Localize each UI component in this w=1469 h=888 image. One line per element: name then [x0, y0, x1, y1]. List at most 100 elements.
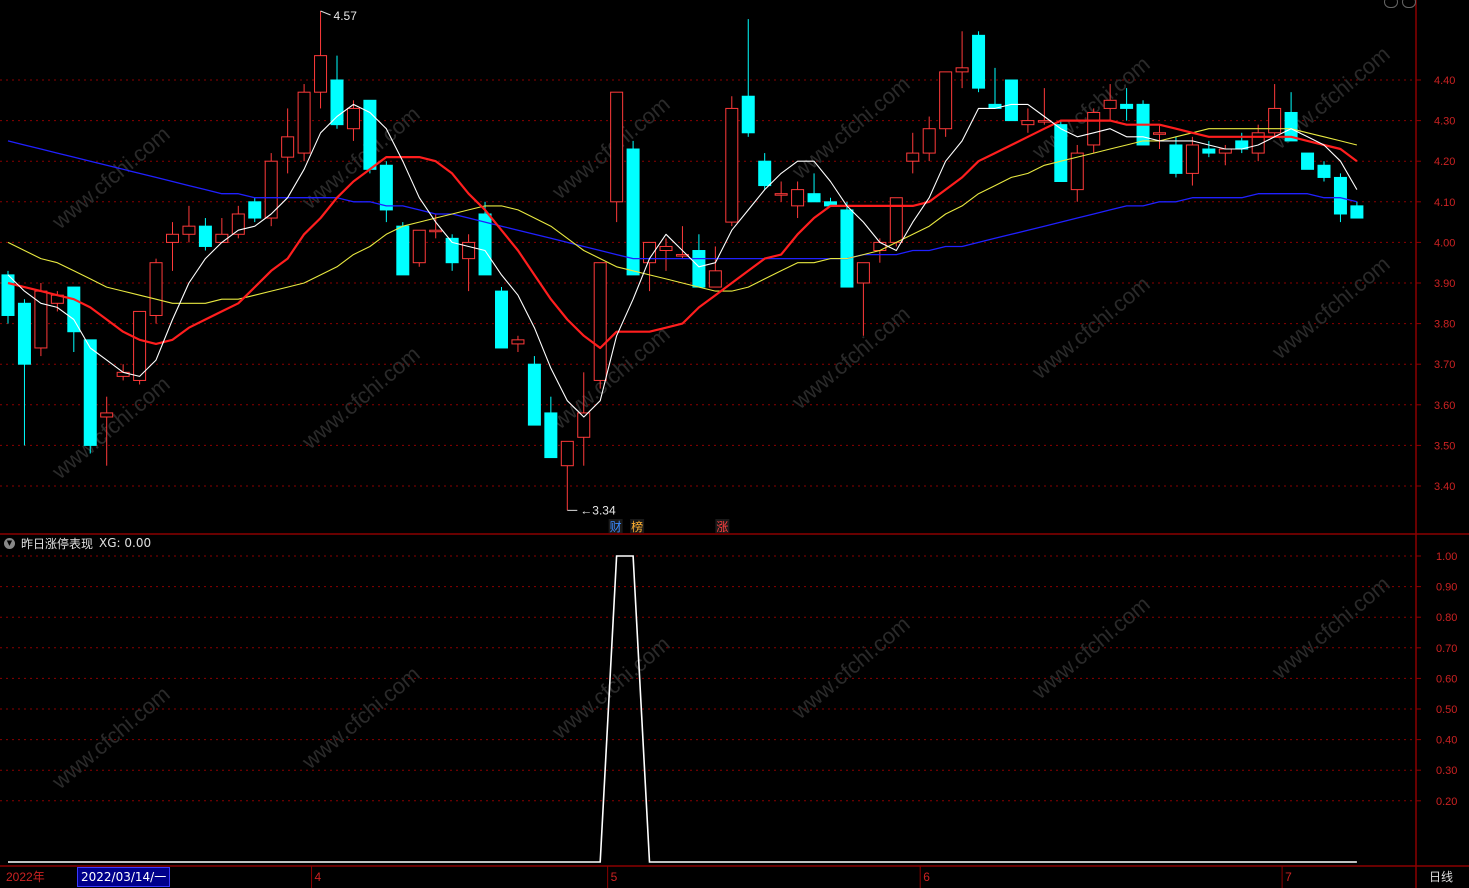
price-axis-label: 3.90: [1434, 278, 1455, 290]
candle[interactable]: [741, 19, 755, 137]
candle[interactable]: [906, 132, 920, 174]
candle-body-down: [692, 250, 706, 288]
candle[interactable]: [527, 356, 541, 426]
candle[interactable]: [560, 440, 574, 511]
candle[interactable]: [643, 241, 657, 292]
candle[interactable]: [1301, 152, 1315, 170]
indicator-axis-label: 0.50: [1436, 704, 1457, 716]
candle[interactable]: [626, 140, 640, 276]
candle-body-down: [330, 79, 344, 126]
candle[interactable]: [149, 258, 163, 324]
candle[interactable]: [17, 299, 31, 446]
price-axis-label: 3.40: [1434, 481, 1455, 493]
event-marker[interactable]: 财: [610, 520, 622, 534]
candle[interactable]: [1169, 136, 1183, 178]
candle[interactable]: [330, 55, 344, 129]
candle[interactable]: [34, 283, 48, 357]
candle-body-down: [741, 95, 755, 134]
candle[interactable]: [791, 181, 805, 219]
candle[interactable]: [659, 238, 673, 271]
candle[interactable]: [478, 201, 492, 276]
candle[interactable]: [462, 234, 476, 292]
candle-body-down: [1, 274, 15, 316]
candle-body-up: [346, 107, 360, 130]
candle[interactable]: [495, 287, 508, 349]
candle[interactable]: [297, 84, 311, 162]
candle[interactable]: [708, 246, 722, 288]
candle[interactable]: [758, 153, 772, 190]
candle[interactable]: [988, 67, 1002, 109]
stock-chart[interactable]: www.cfchi.com www.cfchi.com www.cfchi.com w…: [0, 0, 1469, 888]
candle[interactable]: [544, 396, 558, 459]
candle-body-down: [1054, 124, 1068, 183]
candle-body-up: [314, 55, 328, 93]
candle[interactable]: [1004, 79, 1018, 122]
candle[interactable]: [1350, 201, 1364, 219]
candle-body-down: [1317, 164, 1331, 178]
candle[interactable]: [363, 99, 377, 174]
event-marker[interactable]: 涨: [716, 519, 728, 534]
candle-body-down: [1202, 148, 1216, 154]
candle[interactable]: [856, 262, 870, 336]
candle[interactable]: [1317, 161, 1331, 182]
indicator-axis-label: 0.80: [1436, 612, 1457, 624]
candle[interactable]: [593, 262, 607, 389]
candle-body-up: [939, 71, 953, 130]
candle[interactable]: [774, 181, 788, 202]
candle[interactable]: [824, 197, 837, 207]
candle[interactable]: [182, 205, 196, 243]
candle-body-up: [708, 270, 722, 288]
candle[interactable]: [511, 335, 525, 353]
candle-body-up: [1218, 148, 1232, 154]
candle[interactable]: [725, 96, 739, 227]
candle[interactable]: [133, 310, 147, 385]
candle[interactable]: [1284, 92, 1298, 142]
period-tab-daily[interactable]: 日线: [1416, 866, 1466, 886]
candle[interactable]: [1054, 120, 1068, 183]
candle-body-up: [1185, 144, 1199, 174]
candle[interactable]: [248, 197, 262, 223]
candle[interactable]: [939, 71, 953, 137]
candle-body-down: [1350, 205, 1364, 219]
candle-body-down: [1169, 144, 1183, 174]
candle[interactable]: [264, 153, 278, 227]
watermark-text: www.cfchi.com: [786, 301, 914, 414]
candle[interactable]: [1087, 108, 1101, 154]
candle[interactable]: [922, 116, 936, 162]
candle-body-up: [1021, 120, 1035, 126]
candle[interactable]: [166, 222, 179, 271]
candle-body-down: [83, 339, 97, 446]
candle[interactable]: [198, 218, 212, 251]
candle[interactable]: [314, 10, 328, 109]
candle-body-up: [873, 241, 887, 252]
candle-body-up: [511, 339, 525, 345]
indicator-axis-label: 1.00: [1436, 551, 1457, 563]
candle-body-up: [149, 262, 163, 316]
candle[interactable]: [1021, 108, 1035, 133]
candle[interactable]: [379, 161, 393, 223]
time-axis-label: 5: [611, 870, 618, 884]
candle[interactable]: [281, 108, 295, 174]
price-axis-label: 4.20: [1434, 156, 1455, 168]
candle[interactable]: [972, 31, 986, 93]
candle-body-up: [462, 241, 476, 260]
candle[interactable]: [610, 91, 624, 223]
candle[interactable]: [840, 201, 854, 288]
candle[interactable]: [1185, 136, 1199, 186]
high-label: 4.57: [334, 9, 358, 23]
candle[interactable]: [445, 234, 459, 271]
candle-body-up: [1087, 111, 1101, 146]
candlestick-series[interactable]: [1, 10, 1364, 511]
chevron-down-icon[interactable]: ▼: [4, 537, 15, 549]
event-marker[interactable]: 榜: [631, 519, 643, 534]
candle[interactable]: [83, 339, 97, 454]
candle[interactable]: [412, 229, 426, 267]
time-axis-label: 4: [315, 870, 322, 884]
candle[interactable]: [396, 222, 410, 276]
grid: [0, 79, 1416, 802]
candle-body-down: [527, 363, 541, 426]
candle[interactable]: [1153, 124, 1166, 150]
candle[interactable]: [1202, 140, 1216, 158]
candle[interactable]: [1070, 144, 1084, 202]
price-axis-label: 4.30: [1434, 116, 1455, 128]
